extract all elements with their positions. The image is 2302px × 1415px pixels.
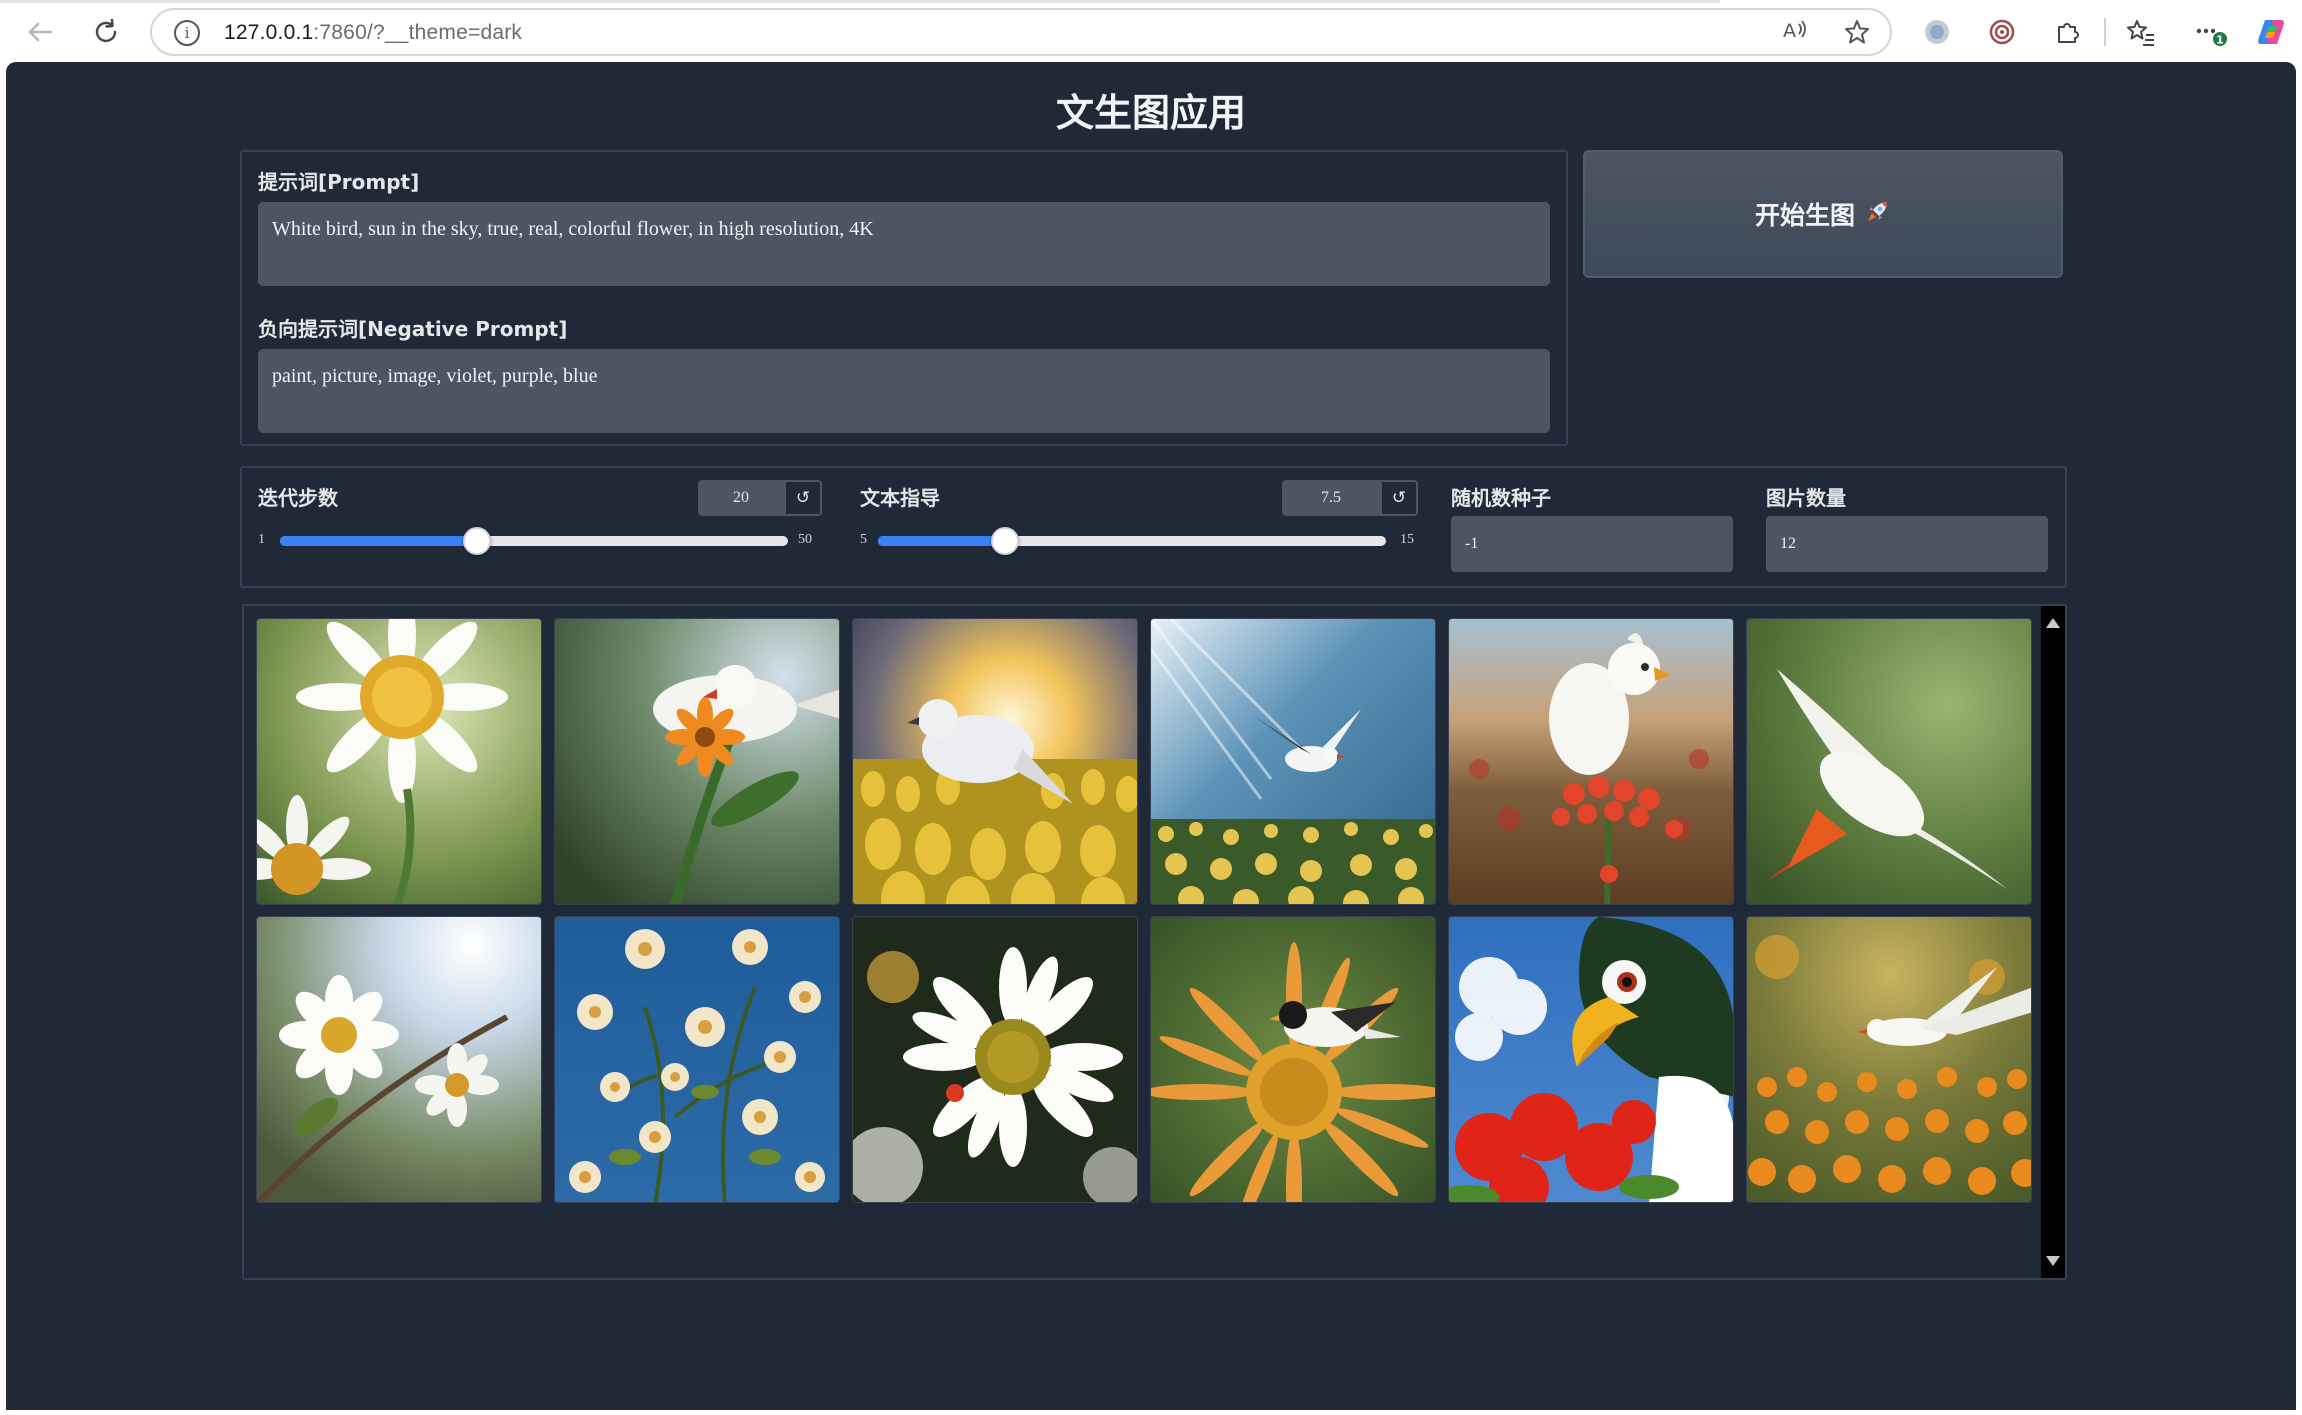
steps-label: 迭代步数 (258, 486, 338, 510)
image-count-input[interactable]: 12 (1766, 516, 2048, 572)
seed-input[interactable]: -1 (1451, 516, 1733, 572)
more-menu-icon[interactable]: 1 (2194, 16, 2228, 48)
prompt-label: 提示词[Prompt] (258, 170, 420, 194)
toolbar-separator (2104, 18, 2106, 46)
puzzle-extensions-icon[interactable] (2050, 16, 2084, 48)
url-path: :7860/?__theme=dark (313, 21, 523, 44)
guidance-max-label: 15 (1400, 532, 1414, 547)
url-host: 127.0.0.1 (224, 21, 314, 44)
guidance-slider-fill (878, 536, 1005, 546)
more-menu-badge: 1 (2216, 34, 2224, 47)
favorite-star-icon[interactable] (1842, 18, 1872, 48)
gallery-image-1[interactable] (256, 618, 542, 905)
gallery-image-9[interactable] (852, 916, 1138, 1203)
favorites-list-icon[interactable] (2124, 16, 2158, 48)
steps-slider-fill (280, 536, 477, 546)
steps-number-input[interactable]: 20 (698, 480, 784, 516)
gallery-image-12[interactable] (1746, 916, 2032, 1203)
steps-max-label: 50 (798, 532, 812, 547)
guidance-slider-thumb[interactable] (991, 527, 1019, 555)
steps-reset-icon[interactable]: ↺ (784, 480, 822, 516)
prompt-textarea[interactable]: White bird, sun in the sky, true, real, … (258, 202, 1550, 286)
negative-prompt-label: 负向提示词[Negative Prompt] (258, 317, 568, 341)
page-title: 文生图应用 (1055, 91, 1246, 135)
read-aloud-icon[interactable]: A (1780, 18, 1810, 48)
target-extension-icon[interactable] (1985, 16, 2019, 48)
negative-prompt-textarea[interactable]: paint, picture, image, violet, purple, b… (258, 349, 1550, 433)
seed-label: 随机数种子 (1451, 486, 1551, 510)
gallery-image-3[interactable] (852, 618, 1138, 905)
url-text[interactable]: 127.0.0.1:7860/?__theme=dark (224, 21, 522, 45)
guidance-label: 文本指导 (860, 486, 940, 510)
gallery-image-8[interactable] (554, 916, 840, 1203)
gallery-scrollbar[interactable] (2041, 606, 2065, 1278)
extension-circle-icon[interactable] (1920, 16, 1954, 48)
guidance-reset-icon[interactable]: ↺ (1380, 480, 1418, 516)
steps-min-label: 1 (258, 532, 265, 547)
image-gallery (242, 604, 2067, 1280)
site-info-icon[interactable]: i (174, 20, 200, 46)
scroll-down-arrow-icon[interactable] (2046, 1256, 2060, 1266)
gallery-image-5[interactable] (1448, 618, 1734, 905)
rocket-icon (1865, 198, 1891, 230)
generate-button-label: 开始生图 (1754, 201, 1855, 230)
settings-panel: 迭代步数 20 ↺ 1 50 文本指导 7.5 ↺ 5 15 随机数种子 -1 … (240, 466, 2067, 588)
copilot-icon[interactable] (2254, 16, 2288, 48)
image-count-label: 图片数量 (1766, 486, 1846, 510)
generate-button[interactable]: 开始生图 (1583, 150, 2063, 278)
gallery-image-7[interactable] (256, 916, 542, 1203)
guidance-min-label: 5 (860, 532, 867, 547)
tab-strip-edge (0, 0, 1720, 3)
scroll-up-arrow-icon[interactable] (2046, 618, 2060, 628)
steps-slider[interactable] (280, 527, 788, 555)
prompt-panel: 提示词[Prompt] White bird, sun in the sky, … (240, 150, 1568, 446)
browser-toolbar: i 127.0.0.1:7860/?__theme=dark A 1 (0, 0, 2302, 62)
app-container: 文生图应用 提示词[Prompt] White bird, sun in the… (6, 62, 2296, 1410)
guidance-slider[interactable] (878, 527, 1386, 555)
gallery-image-6[interactable] (1746, 618, 2032, 905)
address-bar[interactable]: i 127.0.0.1:7860/?__theme=dark A (150, 8, 1892, 56)
svg-text:A: A (1783, 20, 1796, 42)
reload-icon[interactable] (88, 14, 124, 50)
gallery-image-4[interactable] (1150, 618, 1436, 905)
guidance-number-input[interactable]: 7.5 (1282, 480, 1380, 516)
gallery-image-2[interactable] (554, 618, 840, 905)
gallery-image-11[interactable] (1448, 916, 1734, 1203)
steps-slider-thumb[interactable] (462, 527, 491, 555)
back-arrow-icon[interactable] (22, 14, 58, 50)
gallery-image-10[interactable] (1150, 916, 1436, 1203)
